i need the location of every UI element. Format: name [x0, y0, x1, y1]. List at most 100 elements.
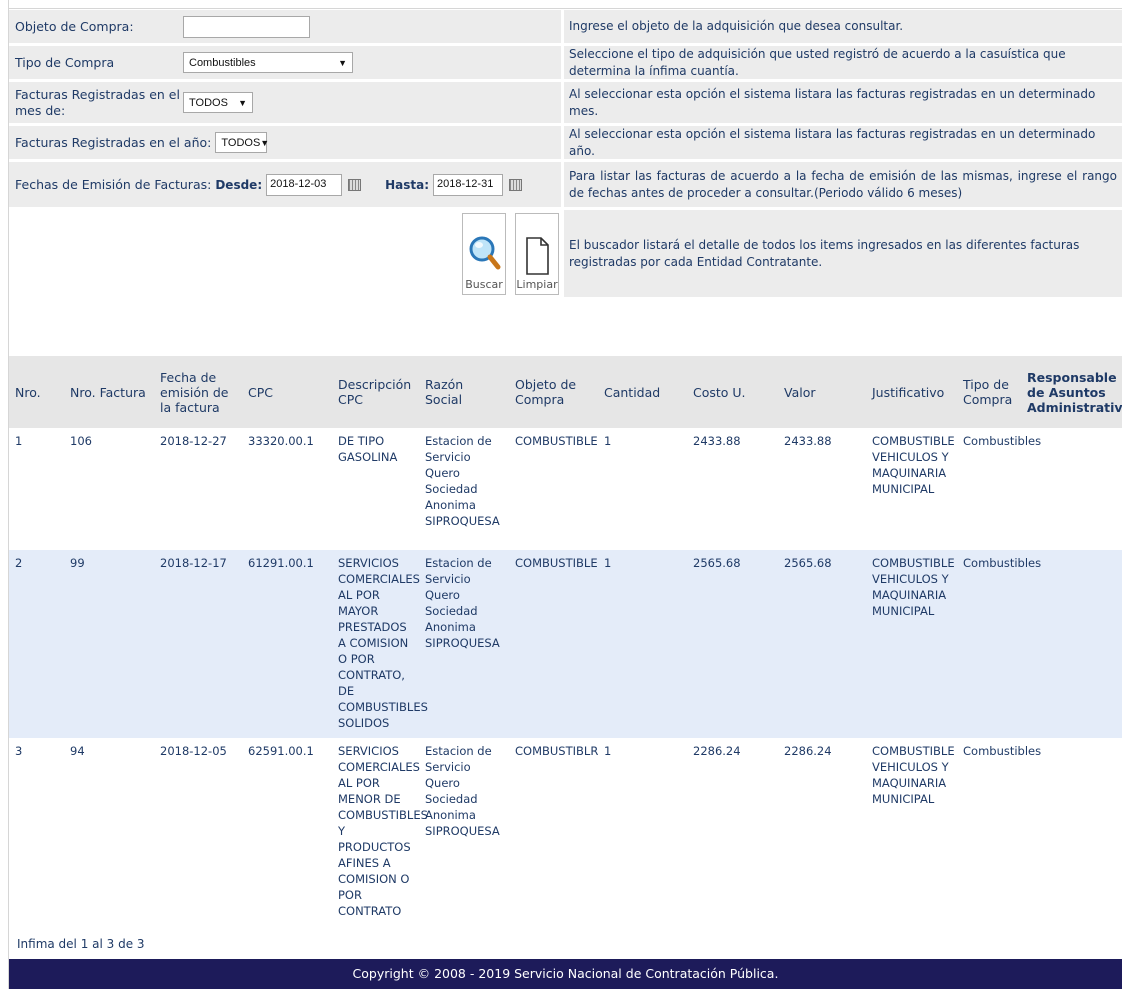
table-header-row: Nro. Nro. Factura Fecha de emisión de la… — [9, 356, 1122, 428]
dropdown-arrow-icon: ▼ — [338, 57, 347, 68]
form-row-mes: Facturas Registradas en el mes de: TODOS… — [9, 82, 1122, 123]
cell-costo: 2433.88 — [687, 428, 778, 550]
tipo-label: Tipo de Compra — [15, 55, 115, 70]
col-header-nro: Nro. — [9, 356, 64, 428]
desde-date-input[interactable]: 2018-12-03 — [266, 173, 343, 196]
footer-copyright: Copyright © 2008 - 2019 Servicio Naciona… — [9, 959, 1122, 989]
cell-tipo: Combustibles — [957, 428, 1041, 550]
cell-cpc: 62591.00.1 — [242, 738, 332, 924]
tipo-compra-select[interactable]: Combustibles ▼ — [183, 52, 353, 73]
fechas-cell: Fechas de Emisión de Facturas: Desde: 20… — [9, 162, 561, 207]
page-top-border — [8, 8, 1122, 9]
cell-costo: 2286.24 — [687, 738, 778, 924]
magnifier-icon — [469, 236, 501, 270]
table-row: 1 106 2018-12-27 33320.00.1 DE TIPO GASO… — [9, 428, 1122, 550]
limpiar-button[interactable]: Limpiar — [515, 213, 559, 295]
buttons-help: El buscador listará el detalle de todos … — [564, 210, 1122, 297]
cell-descripcion: DE TIPO GASOLINA — [332, 428, 419, 550]
objeto-cell: Objeto de Compra: — [9, 10, 561, 43]
fechas-label: Fechas de Emisión de Facturas: — [15, 177, 212, 192]
cell-valor: 2286.24 — [778, 738, 866, 924]
cell-responsable — [1021, 738, 1122, 924]
anio-help: Al seleccionar esta opción el sistema li… — [564, 126, 1122, 159]
anio-help-text: Al seleccionar esta opción el sistema li… — [569, 126, 1096, 158]
buscar-label: Buscar — [465, 278, 503, 291]
cell-descripcion: SERVICIOS COMERCIALES AL POR MAYOR PREST… — [332, 550, 428, 738]
dropdown-arrow-icon: ▼ — [260, 137, 270, 148]
mes-help: Al seleccionar esta opción el sistema li… — [564, 82, 1122, 123]
mes-help-text: Al seleccionar esta opción el sistema li… — [569, 86, 1096, 118]
cell-tipo: Combustibles — [957, 550, 1041, 738]
table-row: 3 94 2018-12-05 62591.00.1 SERVICIOS COM… — [9, 738, 1122, 924]
objeto-help: Ingrese el objeto de la adquisición que … — [564, 10, 1122, 43]
cell-cpc: 33320.00.1 — [242, 428, 332, 550]
fechas-help: Para listar las facturas de acuerdo a la… — [564, 162, 1122, 207]
tipo-compra-value: Combustibles — [189, 56, 256, 69]
col-header-descripcion: Descripción CPC — [332, 356, 419, 428]
calendar-icon[interactable] — [348, 178, 362, 191]
cell-nro-factura: 99 — [64, 550, 154, 738]
cell-descripcion: SERVICIOS COMERCIALES AL POR MENOR DE CO… — [332, 738, 428, 924]
mes-value: TODOS — [189, 96, 228, 109]
cell-nro-factura: 106 — [64, 428, 154, 550]
mes-select[interactable]: TODOS ▼ — [183, 92, 253, 113]
cell-nro-factura: 94 — [64, 738, 154, 924]
cell-valor: 2565.68 — [778, 550, 866, 738]
anio-value: TODOS — [221, 136, 261, 149]
buttons-cell: Buscar Limpiar — [9, 210, 561, 297]
calendar-icon[interactable] — [509, 178, 523, 191]
col-header-objeto: Objeto de Compra — [509, 356, 598, 428]
cell-objeto: COMBUSTIBLE — [509, 428, 598, 550]
col-header-cpc: CPC — [242, 356, 332, 428]
cell-objeto: COMBUSTIBLE — [509, 550, 598, 738]
form-row-objeto: Objeto de Compra: Ingrese el objeto de l… — [9, 10, 1122, 43]
col-header-nro-factura: Nro. Factura — [64, 356, 154, 428]
cell-razon-social: Estacion de Servicio Quero Sociedad Anon… — [419, 428, 509, 550]
cell-costo: 2565.68 — [687, 550, 778, 738]
anio-select[interactable]: TODOS ▼ — [215, 132, 270, 153]
col-header-responsable: Responsable de Asuntos Administrativos — [1021, 356, 1122, 428]
cell-nro: 2 — [9, 550, 64, 738]
col-header-justificativo: Justificativo — [866, 356, 957, 428]
cell-responsable — [1021, 550, 1122, 738]
form-row-anio: Facturas Registradas en el año: TODOS ▼ … — [9, 126, 1122, 159]
dropdown-arrow-icon: ▼ — [238, 97, 247, 108]
objeto-input[interactable] — [183, 15, 310, 38]
anio-label: Facturas Registradas en el año: — [15, 135, 212, 150]
form-row-tipo: Tipo de Compra Combustibles ▼ Seleccione… — [9, 46, 1122, 79]
limpiar-label: Limpiar — [516, 278, 558, 291]
fechas-help-text: Para listar las facturas de acuerdo a la… — [569, 168, 1117, 200]
mes-cell: Facturas Registradas en el mes de: TODOS… — [9, 82, 561, 123]
form-row-buttons: Buscar Limpiar El buscador listará el de… — [9, 210, 1122, 297]
cell-justificativo: COMBUSTIBLE VEHICULOS Y MAQUINARIA MUNIC… — [866, 738, 957, 924]
col-header-valor: Valor — [778, 356, 866, 428]
col-header-razon-social: Razón Social — [419, 356, 509, 428]
objeto-label: Objeto de Compra: — [15, 19, 134, 34]
cell-justificativo: COMBUSTIBLE VEHICULOS Y MAQUINARIA MUNIC… — [866, 428, 957, 550]
form-row-fechas: Fechas de Emisión de Facturas: Desde: 20… — [9, 162, 1122, 207]
buttons-help-text: El buscador listará el detalle de todos … — [569, 237, 1080, 269]
cell-cantidad: 1 — [598, 738, 687, 924]
col-header-tipo: Tipo de Compra — [957, 356, 1021, 428]
cell-nro: 1 — [9, 428, 64, 550]
hasta-date-input[interactable]: 2018-12-31 — [433, 173, 504, 196]
col-header-cantidad: Cantidad — [598, 356, 687, 428]
buscar-button[interactable]: Buscar — [462, 213, 506, 295]
table-row: 2 99 2018-12-17 61291.00.1 SERVICIOS COM… — [9, 550, 1122, 738]
tipo-help: Seleccione el tipo de adquisición que us… — [564, 46, 1122, 79]
cell-razon-social: Estacion de Servicio Quero Sociedad Anon… — [419, 550, 509, 738]
mes-label: Facturas Registradas en el mes de: — [15, 86, 180, 118]
cell-fecha: 2018-12-05 — [154, 738, 242, 924]
col-header-fecha: Fecha de emisión de la factura — [154, 356, 242, 428]
cell-razon-social: Estacion de Servicio Quero Sociedad Anon… — [419, 738, 509, 924]
cell-fecha: 2018-12-27 — [154, 428, 242, 550]
cell-valor: 2433.88 — [778, 428, 866, 550]
cell-fecha: 2018-12-17 — [154, 550, 242, 738]
cell-objeto: COMBUSTIBLR — [509, 738, 598, 924]
hasta-label: Hasta: — [385, 177, 430, 192]
cell-nro: 3 — [9, 738, 64, 924]
cell-cpc: 61291.00.1 — [242, 550, 332, 738]
cell-justificativo: COMBUSTIBLE VEHICULOS Y MAQUINARIA MUNIC… — [866, 550, 957, 738]
col-header-costo: Costo U. — [687, 356, 778, 428]
search-form: Objeto de Compra: Ingrese el objeto de l… — [9, 10, 1122, 300]
